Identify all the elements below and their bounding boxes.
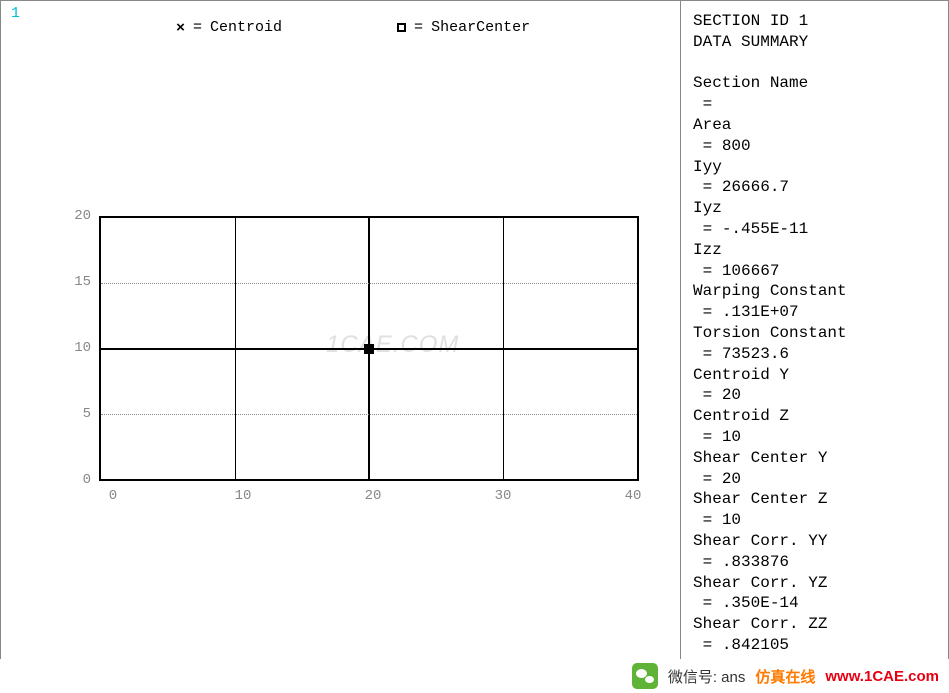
y-tick: 20 (61, 208, 91, 274)
row-key: Area (693, 116, 731, 134)
row-val: -.455E-11 (722, 220, 808, 238)
legend-shear: = ShearCenter (397, 19, 530, 36)
x-tick: 20 (353, 488, 393, 504)
row-val: .350E-14 (722, 594, 799, 612)
legend: × = Centroid = ShearCenter (176, 19, 530, 36)
row-key: Section Name (693, 74, 808, 92)
x-tick: 40 (613, 488, 653, 504)
y-tick: 15 (61, 274, 91, 340)
row-val: 10 (722, 511, 741, 529)
centroid-marker-icon: × (176, 20, 185, 37)
row-val: 800 (722, 137, 751, 155)
window-number: 1 (11, 5, 20, 22)
data-summary-panel: SECTION ID 1 DATA SUMMARY Section Name =… (681, 1, 948, 659)
summary-title-2: DATA SUMMARY (693, 33, 808, 51)
row-key: Iyy (693, 158, 722, 176)
x-axis-labels: 0 10 20 30 40 (93, 488, 653, 504)
legend-centroid-label: Centroid (210, 19, 282, 36)
row-val: .131E+07 (722, 303, 799, 321)
section-mesh (99, 216, 639, 481)
row-val: .842105 (722, 636, 789, 654)
legend-eq: = (193, 19, 202, 36)
mesh-dotline (101, 283, 637, 284)
main-container: 1 × = Centroid = ShearCenter 1CAE.COM 20… (0, 0, 949, 660)
row-key: Warping Constant (693, 282, 847, 300)
y-axis-labels: 20 15 10 5 0 (61, 208, 91, 538)
row-val: 106667 (722, 262, 780, 280)
wechat-label: 微信号: ans (668, 666, 746, 687)
row-val: 26666.7 (722, 178, 789, 196)
row-val: .833876 (722, 553, 789, 571)
mesh-dotline (101, 414, 637, 415)
wechat-label-text: 微信号: (668, 669, 717, 686)
row-key: Centroid Y (693, 366, 789, 384)
row-key: Iyz (693, 199, 722, 217)
row-key: Centroid Z (693, 407, 789, 425)
row-val: 20 (722, 386, 741, 404)
row-key: Torsion Constant (693, 324, 847, 342)
y-tick: 0 (61, 472, 91, 538)
row-val: 73523.6 (722, 345, 789, 363)
plot-panel: 1 × = Centroid = ShearCenter 1CAE.COM 20… (1, 1, 681, 659)
shear-marker-icon (397, 23, 406, 32)
row-val: 20 (722, 470, 741, 488)
footer: 微信号: ans 仿真在线 www.1CAE.com (0, 659, 949, 693)
row-key: Shear Center Z (693, 490, 827, 508)
legend-eq: = (414, 19, 423, 36)
plot-area: 20 15 10 5 0 0 10 20 30 40 (61, 216, 641, 501)
x-tick: 0 (93, 488, 133, 504)
x-tick: 10 (223, 488, 263, 504)
legend-centroid: × = Centroid (176, 19, 282, 36)
row-key: Shear Corr. YY (693, 532, 827, 550)
row-key: Izz (693, 241, 722, 259)
brand-url: www.1CAE.com (825, 668, 939, 685)
wechat-account: ans (721, 669, 745, 686)
wechat-icon (632, 663, 658, 689)
y-tick: 10 (61, 340, 91, 406)
legend-shear-label: ShearCenter (431, 19, 530, 36)
brand-cn: 仿真在线 (755, 666, 815, 687)
center-marker-icon (364, 344, 374, 354)
row-key: Shear Center Y (693, 449, 827, 467)
row-val: 10 (722, 428, 741, 446)
x-tick: 30 (483, 488, 523, 504)
summary-title-1: SECTION ID 1 (693, 12, 808, 30)
row-key: Shear Corr. ZZ (693, 615, 827, 633)
y-tick: 5 (61, 406, 91, 472)
row-key: Shear Corr. YZ (693, 574, 827, 592)
